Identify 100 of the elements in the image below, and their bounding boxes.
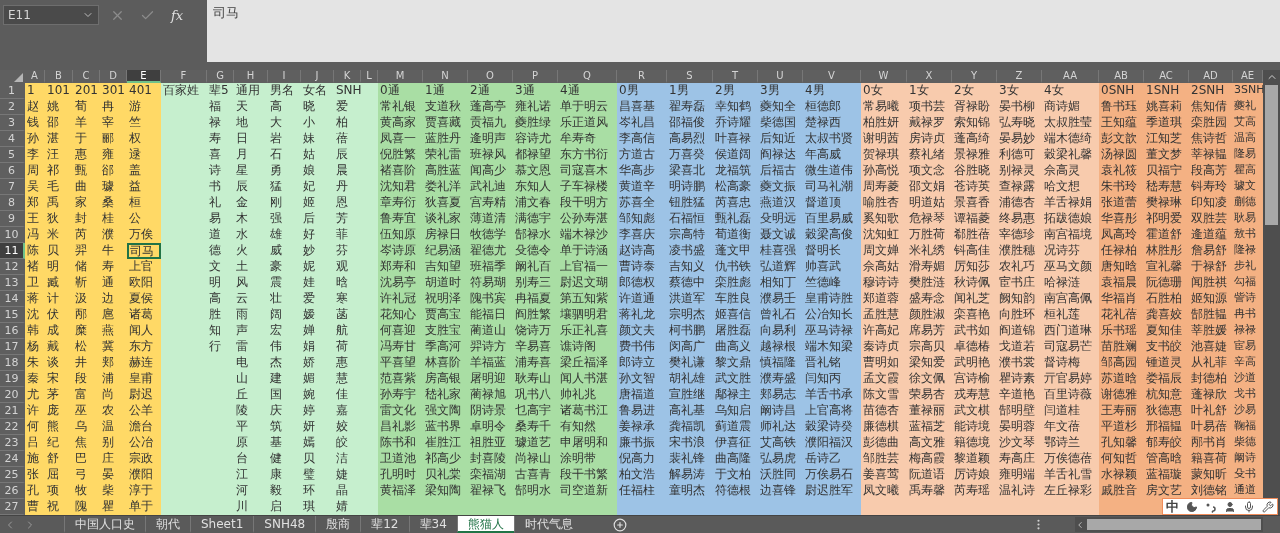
table-cell-text: 皎 [335,435,349,451]
row-header[interactable]: 1 [0,83,25,99]
row-header[interactable]: 6 [0,163,25,179]
row-header[interactable]: 23 [0,435,25,451]
table-cell-text: 尚禄山 [514,451,552,467]
row-header[interactable]: 24 [0,451,25,467]
table-cell-text: 桂 [101,211,115,227]
row-header[interactable]: 22 [0,419,25,435]
sheet-tab[interactable]: 殷商 [315,516,361,533]
table-cell-text: 禄 [208,115,222,131]
table-cell-text: 权 [128,131,142,147]
table-cell-text: 孙 [26,131,40,147]
wrench-icon[interactable] [1261,500,1274,513]
row-header[interactable]: 27 [0,499,25,515]
row-header[interactable]: 12 [0,259,25,275]
microphone-icon[interactable] [1242,500,1255,513]
row-header[interactable]: 19 [0,371,25,387]
moon-icon[interactable] [1186,500,1199,513]
row-header[interactable]: 13 [0,275,25,291]
table-cell-text: 尤 [26,387,40,403]
table-cell-text: 支书皎 [1145,339,1183,355]
row-header[interactable]: 25 [0,467,25,483]
table-cell-text: 祁 [46,163,60,179]
table-cell-text: 荀道衡 [714,227,752,243]
table-cell-text: 黄福泽 [379,483,417,499]
table-cell-text: 冉书 [1233,307,1257,322]
row-header[interactable]: 16 [0,323,25,339]
row-header[interactable]: 9 [0,211,25,227]
row-header[interactable]: 18 [0,355,25,371]
add-sheet-icon[interactable] [612,517,627,532]
table-cell-text: 川 [235,499,249,515]
table-cell-text: 知 [208,323,222,339]
table-cell-text: 谯诗阁 [559,339,597,355]
row-header[interactable]: 15 [0,307,25,323]
table-cell-text: 东方书衍 [559,147,609,163]
table-cell-text: 菡 [335,307,349,323]
table-cell-text: 晏易妙 [998,131,1036,147]
row-header[interactable]: 7 [0,179,25,195]
table-cell-text: 冯 [26,227,40,243]
table-cell-text: 万胜荷 [908,227,946,243]
table-cell-text: 蔡礼绪 [908,147,946,163]
table-cell-text: 阮德珊 [1145,275,1183,291]
row-header[interactable]: 17 [0,339,25,355]
table-cell-text: 伍知原 [379,227,417,243]
row-header[interactable]: 26 [0,483,25,499]
row-header[interactable]: 14 [0,291,25,307]
sheet-tab[interactable]: SNH48 [253,516,316,533]
table-cell-text: 房文艺 [1145,483,1183,499]
sheet-tab[interactable]: 中国人口史 [64,516,145,533]
table-cell-text: 孔 [26,483,40,499]
vertical-scrollbar[interactable] [1263,70,1280,515]
table-cell-text: 侯道阔 [714,147,752,163]
row-header[interactable]: 10 [0,227,25,243]
row-header[interactable]: 2 [0,99,25,115]
table-cell-text: 敖书 [1233,227,1257,242]
sheet-tab[interactable]: Sheet1 [190,516,254,533]
sheet-tab[interactable]: 朝代 [145,516,190,533]
sheet-tab[interactable]: 熊猫人 [456,516,514,533]
table-cell-text: 彭德曲 [862,435,900,451]
sheet-tab[interactable]: 辈12 [360,516,409,533]
row-header[interactable]: 8 [0,195,25,211]
table-cell-text: 杭知意 [1145,387,1183,403]
table-cell-text: 戈道若 [998,339,1036,355]
table-cell-text: 童明杰 [668,483,706,499]
row-header[interactable]: 5 [0,147,25,163]
table-cell-text: 何 [26,419,40,435]
table-cell-text: 于 [74,131,88,147]
table-cell-text: 汪 [46,147,60,163]
table-cell-text: 璩文 [1233,179,1257,194]
scroll-thumb[interactable] [1087,519,1261,530]
table-cell-text: 江知芝 [1145,131,1183,147]
sheet-tab[interactable]: 辈34 [408,516,457,533]
input-mode-toggle[interactable]: 中 [1166,497,1180,516]
sheet-tab[interactable]: 时代气息 [513,516,583,533]
name-box[interactable]: E11 [3,5,99,25]
table-cell-text: 费书伟 [618,339,656,355]
table-cell-text: 樊礼谦 [668,355,706,371]
row-header[interactable]: 21 [0,403,25,419]
table-cell-text: 惠 [335,355,349,371]
table-cell-text: 单于诗涵 [559,243,609,259]
table-cell-text: 乐书瑶 [1100,323,1138,339]
scroll-left-icon[interactable] [1075,519,1085,530]
row-header[interactable]: 11 [0,243,25,259]
formula-field[interactable]: 司马 [207,0,1280,62]
horizontal-scrollbar[interactable] [1075,517,1263,532]
table-cell-text: 华喜彤 [1100,211,1138,227]
column-header[interactable]: E [127,70,161,83]
table-cell-text: 徐文佩 [908,371,946,387]
table-cell-text: 辰 [335,147,349,163]
row-header[interactable]: 3 [0,115,25,131]
table-cell-text: 伟 [269,339,283,355]
row-header[interactable]: 20 [0,387,25,403]
active-cell[interactable]: 司马 [127,243,161,259]
scroll-thumb[interactable] [1265,85,1278,225]
person-icon[interactable] [1223,500,1236,513]
insert-function-button[interactable]: fx [165,5,189,25]
table-cell-text: 燕 [101,323,115,339]
table-cell-text: 柏文浩 [618,467,656,483]
table-cell-text: 芮 [74,227,88,243]
row-header[interactable]: 4 [0,131,25,147]
